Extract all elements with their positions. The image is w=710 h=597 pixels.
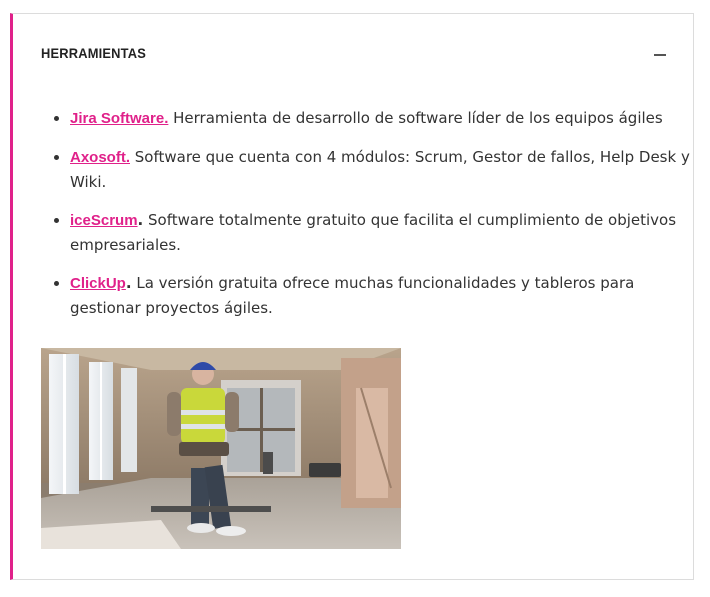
collapse-minus-icon[interactable] — [653, 46, 667, 60]
tool-description: Software que cuenta con 4 módulos: Scrum… — [70, 148, 690, 191]
tools-list: Jira Software. Herramienta de desarrollo… — [51, 106, 690, 334]
accordion-panel: HERRAMIENTAS Jira Software. Herramienta … — [10, 13, 694, 580]
accordion-header[interactable]: HERRAMIENTAS — [13, 14, 693, 92]
list-item: Axosoft. Software que cuenta con 4 módul… — [70, 145, 690, 194]
tool-link-jira[interactable]: Jira Software. — [70, 110, 168, 127]
tool-description: Herramienta de desarrollo de software lí… — [168, 109, 663, 127]
section-title: HERRAMIENTAS — [41, 45, 147, 61]
tool-link-icescrum[interactable]: iceScrum — [70, 212, 138, 229]
tool-link-axosoft[interactable]: Axosoft. — [70, 149, 130, 166]
tool-link-clickup[interactable]: ClickUp — [70, 275, 126, 292]
tool-description: La versión gratuita ofrece muchas funcio… — [70, 274, 635, 317]
list-item: Jira Software. Herramienta de desarrollo… — [70, 106, 690, 131]
construction-scene-illustration — [41, 348, 401, 549]
construction-worker-image — [41, 348, 401, 549]
list-item: iceScrum. Software totalmente gratuito q… — [70, 208, 690, 257]
tool-description: Software totalmente gratuito que facilit… — [70, 211, 677, 254]
list-item: ClickUp. La versión gratuita ofrece much… — [70, 271, 690, 320]
